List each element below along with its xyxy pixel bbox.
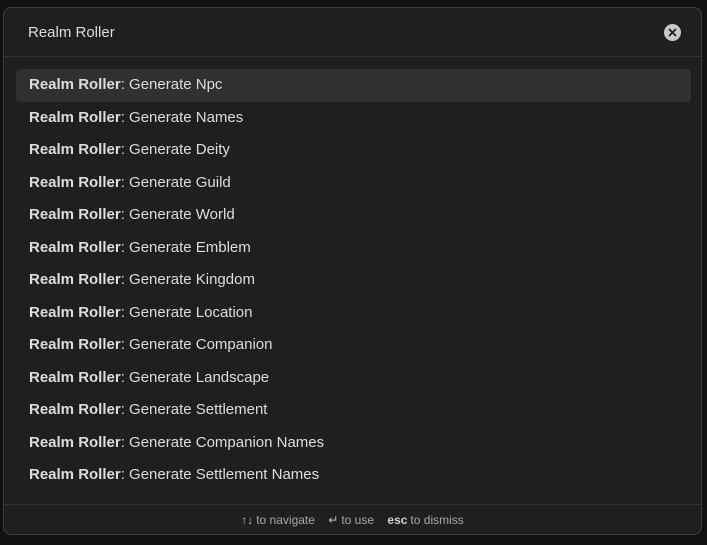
suggestion-item[interactable]: Realm Roller: Generate Landscape (16, 362, 691, 395)
suggestion-separator: : (120, 173, 130, 191)
suggestion-label: Generate Deity (129, 141, 230, 158)
hint-dismiss: esc to dismiss (387, 505, 464, 534)
suggestion-item[interactable]: Realm Roller: Generate Emblem (16, 232, 691, 265)
suggestion-prefix: Realm Roller (29, 173, 121, 191)
suggestion-item[interactable]: Realm Roller: Generate World (16, 199, 691, 232)
suggestion-item[interactable]: Realm Roller: Generate Location (16, 297, 691, 330)
search-row (4, 8, 701, 57)
suggestion-prefix: Realm Roller (29, 108, 121, 126)
suggestion-item[interactable]: Realm Roller: Generate Names (16, 102, 691, 135)
suggestion-item[interactable]: Realm Roller: Generate Kingdom (16, 264, 691, 297)
hint-use-text: to use (341, 513, 375, 527)
suggestion-prefix: Realm Roller (29, 401, 121, 418)
suggestion-prefix: Realm Roller (29, 76, 121, 93)
suggestion-prefix: Realm Roller (29, 466, 121, 483)
suggestion-label: Generate Npc (129, 76, 223, 93)
suggestion-label: Generate Settlement Names (129, 466, 320, 483)
suggestion-item[interactable]: Realm Roller: Generate Guild (16, 167, 691, 200)
hint-dismiss-text: to dismiss (410, 513, 464, 527)
suggestion-label: Generate Names (129, 108, 244, 126)
suggestion-item[interactable]: Realm Roller: Generate Deity (16, 134, 691, 167)
suggestion-separator: : (120, 141, 130, 158)
clear-search-button[interactable] (664, 24, 681, 41)
hint-navigate-text: to navigate (256, 513, 315, 527)
suggestion-item[interactable]: Realm Roller: Generate Companion (16, 329, 691, 362)
suggestion-label: Generate Emblem (129, 238, 251, 256)
suggestion-separator: : (120, 108, 130, 126)
suggestion-prefix: Realm Roller (29, 141, 121, 158)
suggestion-label: Generate World (129, 206, 235, 223)
suggestion-separator: : (120, 368, 130, 386)
suggestion-separator: : (120, 303, 130, 321)
suggestion-item[interactable]: Realm Roller: Generate Settlement (16, 394, 691, 427)
suggestion-label: Generate Kingdom (129, 271, 255, 288)
enter-icon: ↵ (328, 513, 339, 527)
command-palette: Realm Roller: Generate NpcRealm Roller: … (3, 7, 702, 535)
suggestion-label: Generate Landscape (129, 368, 270, 386)
search-input[interactable] (4, 8, 644, 56)
suggestion-separator: : (120, 433, 130, 451)
hint-use: ↵ to use (328, 505, 375, 534)
hint-navigate: ↑↓ to navigate (241, 505, 315, 534)
suggestion-list: Realm Roller: Generate Npc Realm Roller: … (16, 69, 691, 492)
suggestion-separator: : (120, 401, 130, 418)
suggestion-label: Generate Location (129, 303, 253, 321)
suggestion-prefix: Realm Roller (29, 238, 121, 256)
suggestion-item[interactable]: Realm Roller: Generate Npc (16, 69, 691, 102)
close-icon (668, 28, 677, 37)
instructions-footer: ↑↓ to navigate ↵ to use esc to dismiss (4, 504, 701, 534)
suggestion-separator: : (120, 336, 130, 353)
arrows-icon: ↑↓ (241, 513, 254, 527)
suggestion-label: Generate Guild (129, 173, 231, 191)
suggestion-label: Generate Companion Names (129, 433, 325, 451)
suggestion-prefix: Realm Roller (29, 271, 121, 288)
suggestion-prefix: Realm Roller (29, 433, 121, 451)
suggestion-prefix: Realm Roller (29, 336, 121, 353)
suggestion-separator: : (120, 271, 130, 288)
suggestion-separator: : (120, 238, 130, 256)
suggestion-label: Generate Settlement (129, 401, 268, 418)
suggestion-separator: : (120, 76, 130, 93)
suggestion-prefix: Realm Roller (29, 368, 121, 386)
esc-key-label: esc (387, 513, 408, 527)
suggestion-label: Generate Companion (129, 336, 273, 353)
suggestion-item[interactable]: Realm Roller: Generate Settlement Names (16, 459, 691, 492)
suggestion-separator: : (120, 206, 130, 223)
suggestion-prefix: Realm Roller (29, 303, 121, 321)
suggestion-prefix: Realm Roller (29, 206, 121, 223)
suggestion-item[interactable]: Realm Roller: Generate Companion Names (16, 427, 691, 460)
suggestion-separator: : (120, 466, 130, 483)
